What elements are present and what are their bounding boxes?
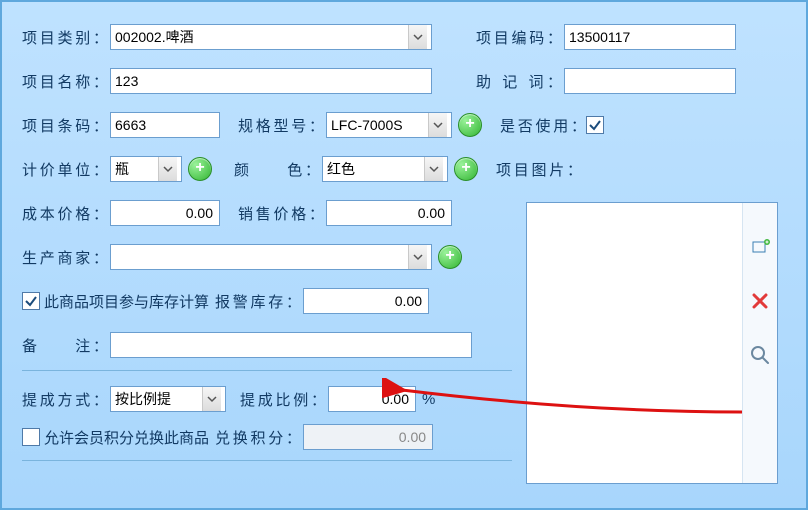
add-spec-button[interactable]: +	[458, 113, 482, 137]
label-commission-mode: 提成方式	[22, 389, 108, 410]
remark-input[interactable]	[110, 332, 472, 358]
chevron-down-icon	[428, 113, 447, 137]
add-image-icon	[750, 239, 770, 255]
chevron-down-icon	[424, 157, 443, 181]
add-manufacturer-button[interactable]: +	[438, 245, 462, 269]
divider	[22, 370, 512, 371]
label-mnemonic: 助 记 词	[476, 71, 562, 92]
image-preview[interactable]	[527, 203, 742, 483]
label-sale: 销售价格	[238, 203, 324, 224]
cost-input[interactable]	[110, 200, 220, 226]
category-select[interactable]: 002002.啤酒	[110, 24, 432, 50]
label-color: 颜 色	[234, 159, 320, 180]
label-name: 项目名称	[22, 71, 108, 92]
label-exchange-points: 兑换积分	[215, 427, 301, 448]
name-input[interactable]	[110, 68, 432, 94]
points-checkbox[interactable]	[22, 428, 40, 446]
unit-select[interactable]: 瓶	[110, 156, 182, 182]
label-manufacturer: 生产商家	[22, 247, 108, 268]
add-color-button[interactable]: +	[454, 157, 478, 181]
percent-label: %	[422, 391, 435, 408]
label-inuse: 是否使用	[500, 115, 586, 136]
close-icon	[751, 292, 769, 310]
barcode-input[interactable]	[110, 112, 220, 138]
label-image: 项目图片	[496, 159, 582, 180]
alarm-stock-input[interactable]	[303, 288, 429, 314]
zoom-image-button[interactable]	[748, 343, 772, 367]
image-tools	[742, 203, 777, 483]
points-checkbox-label: 允许会员积分兑换此商品	[44, 427, 209, 448]
form-area: 项目类别 002002.啤酒 项目编码 项目名称 助 记 词 项目条码 规格型号…	[22, 12, 786, 498]
spec-select[interactable]: LFC-7000S	[326, 112, 452, 138]
label-barcode: 项目条码	[22, 115, 108, 136]
mnemonic-input[interactable]	[564, 68, 736, 94]
chevron-down-icon	[158, 157, 177, 181]
label-remark: 备 注	[22, 335, 108, 356]
label-unit: 计价单位	[22, 159, 108, 180]
chevron-down-icon	[202, 387, 221, 411]
color-select[interactable]: 红色	[322, 156, 448, 182]
manufacturer-select[interactable]	[110, 244, 432, 270]
inuse-checkbox[interactable]	[586, 116, 604, 134]
sale-input[interactable]	[326, 200, 452, 226]
magnifier-icon	[750, 345, 770, 365]
divider	[22, 460, 512, 461]
exchange-points-input[interactable]	[303, 424, 433, 450]
label-category: 项目类别	[22, 27, 108, 48]
delete-image-button[interactable]	[748, 289, 772, 313]
add-image-button[interactable]	[748, 235, 772, 259]
commission-ratio-input[interactable]	[328, 386, 416, 412]
label-alarm-stock: 报警库存	[215, 291, 301, 312]
label-spec: 规格型号	[238, 115, 324, 136]
image-panel	[526, 202, 778, 484]
chevron-down-icon	[408, 245, 427, 269]
stock-checkbox[interactable]	[22, 292, 40, 310]
code-input[interactable]	[564, 24, 736, 50]
label-commission-ratio: 提成比例	[240, 389, 326, 410]
commission-mode-select[interactable]: 按比例提	[110, 386, 226, 412]
chevron-down-icon	[408, 25, 427, 49]
stock-checkbox-label: 此商品项目参与库存计算	[44, 291, 209, 312]
label-code: 项目编码	[476, 27, 562, 48]
add-unit-button[interactable]: +	[188, 157, 212, 181]
label-cost: 成本价格	[22, 203, 108, 224]
